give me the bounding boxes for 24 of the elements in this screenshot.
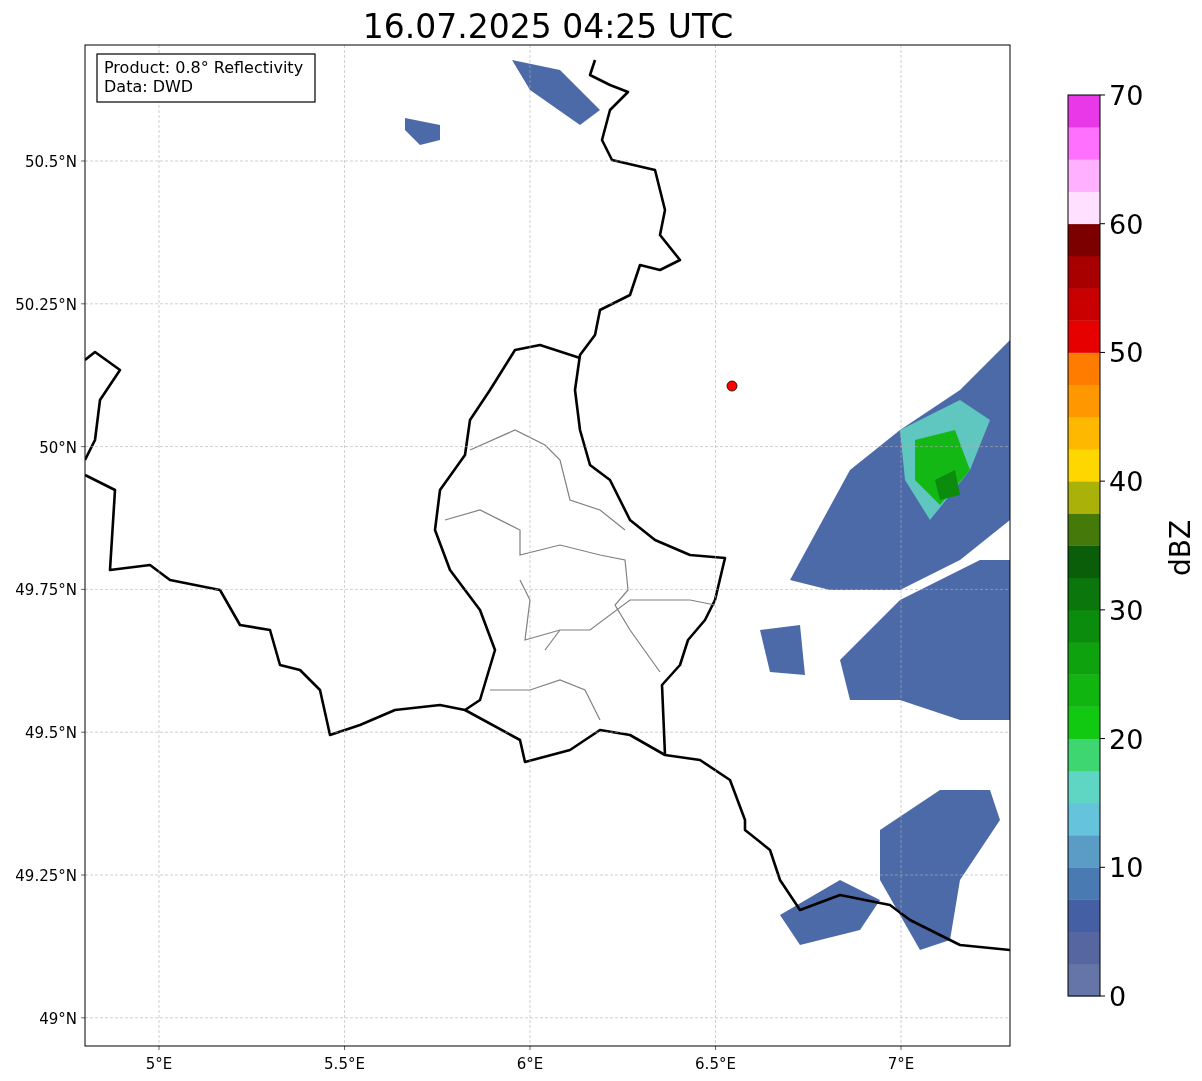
x-axis-label: 5.5°E xyxy=(324,1055,365,1073)
colorbar-tick-label: 70 xyxy=(1109,80,1144,111)
colorbar-tick-label: 20 xyxy=(1109,723,1144,755)
legend-text: Product: 0.8° Reflectivity xyxy=(104,58,304,77)
colorbar-tick-label: 30 xyxy=(1109,594,1144,626)
x-axis-label: 7°E xyxy=(887,1055,915,1073)
colorbar-tick-label: 0 xyxy=(1109,981,1127,1012)
y-axis-label: 49.5°N xyxy=(24,724,77,743)
y-axis-label: 49°N xyxy=(39,1009,77,1028)
colorbar-tick-label: 40 xyxy=(1109,466,1144,498)
chart-title: 16.07.2025 04:25 UTC xyxy=(362,7,734,46)
y-axis-label: 50.25°N xyxy=(15,295,77,314)
colorbar-tick-label: 60 xyxy=(1109,208,1144,240)
x-axis-label: 6.5°E xyxy=(695,1055,736,1073)
y-axis-label: 50.5°N xyxy=(24,153,77,171)
colorbar-label: dBZ xyxy=(1164,519,1197,577)
colorbar-tick-label: 10 xyxy=(1109,852,1144,884)
x-axis-label: 5°E xyxy=(145,1055,173,1073)
colorbar-tick-label: 50 xyxy=(1109,337,1144,369)
y-axis-label: 49.25°N xyxy=(15,867,77,885)
x-axis-label: 6°E xyxy=(516,1055,544,1073)
y-axis-label: 50°N xyxy=(39,438,77,457)
y-axis-label: 49.75°N xyxy=(15,581,77,600)
legend-text: Data: DWD xyxy=(104,77,194,96)
